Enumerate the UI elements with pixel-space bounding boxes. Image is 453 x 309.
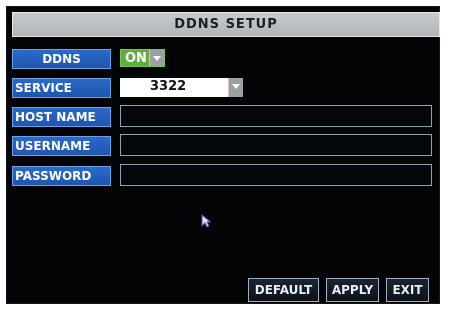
apply-button[interactable]: APPLY <box>326 278 379 302</box>
password-field[interactable] <box>120 164 432 186</box>
password-label: PASSWORD <box>12 166 111 186</box>
username-field[interactable] <box>120 134 432 156</box>
service-select[interactable]: 3322 <box>120 78 243 97</box>
mouse-pointer-icon <box>201 214 211 228</box>
exit-button[interactable]: EXIT <box>386 278 429 302</box>
title-bar: DDNS SETUP <box>12 12 440 37</box>
page-title: DDNS SETUP <box>174 17 278 32</box>
host-name-field[interactable] <box>120 105 432 127</box>
chevron-down-icon <box>149 50 164 66</box>
dvr-screen: DDNS SETUP DDNS ON SERVICE 3322 HOST NAM… <box>6 6 440 304</box>
ddns-toggle-select[interactable]: ON <box>120 49 165 67</box>
service-label: SERVICE <box>12 78 111 98</box>
ddns-value: ON <box>125 51 147 66</box>
username-label: USERNAME <box>12 136 111 156</box>
default-button[interactable]: DEFAULT <box>248 278 319 302</box>
service-value: 3322 <box>150 79 187 94</box>
host-name-label: HOST NAME <box>12 107 111 127</box>
chevron-down-icon <box>228 78 243 97</box>
ddns-label: DDNS <box>12 49 111 69</box>
